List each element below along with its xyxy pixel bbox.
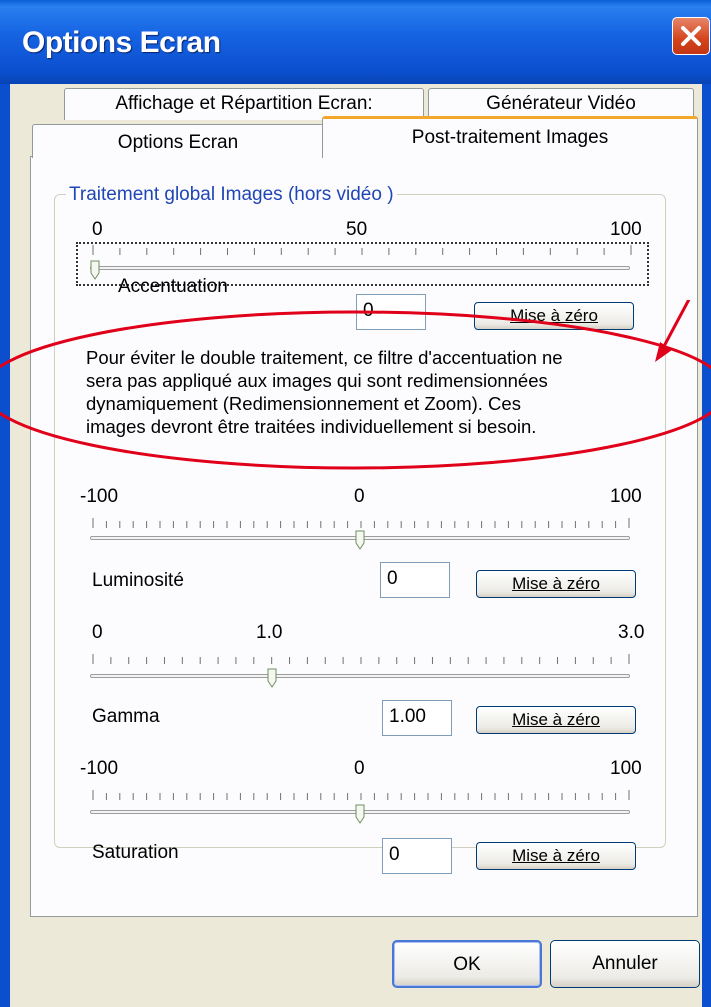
note-line: sera pas appliqué aux images qui sont re… — [86, 370, 548, 391]
tab-options-ecran[interactable]: Options Ecran — [32, 124, 324, 158]
slider-mid-label: 0 — [354, 486, 365, 507]
group-title: Traitement global Images (hors vidéo ) — [66, 184, 397, 206]
luminosite-label: Luminosité — [92, 570, 184, 591]
tab-label: Affichage et Répartition Ecran: — [115, 93, 373, 114]
accentuation-slider-thumb[interactable] — [90, 260, 100, 280]
saturation-label: Saturation — [92, 842, 179, 863]
gamma-label: Gamma — [92, 706, 160, 727]
slider-track[interactable] — [90, 674, 630, 678]
cancel-button[interactable]: Annuler — [550, 940, 700, 988]
window-border-left — [0, 84, 10, 1007]
gamma-reset-button[interactable]: Mise à zéro — [476, 706, 636, 734]
slider-mid-label: 1.0 — [256, 622, 283, 643]
slider-mid-label: 0 — [354, 758, 365, 779]
slider-mid-label: 50 — [346, 219, 368, 240]
slider-min-label: 0 — [92, 622, 103, 643]
slider-max-label: 3.0 — [618, 622, 645, 643]
window-border-right — [702, 84, 711, 1007]
note-line: Pour éviter le double traitement, ce fil… — [86, 347, 563, 368]
luminosite-slider-thumb[interactable] — [355, 530, 365, 550]
gamma-slider-thumb[interactable] — [267, 668, 277, 688]
tab-label: Générateur Vidéo — [486, 93, 636, 114]
saturation-input[interactable]: 0 — [382, 838, 452, 874]
tab-post-traitement-images[interactable]: Post-traitement Images — [322, 116, 698, 158]
accentuation-reset-button[interactable]: Mise à zéro — [474, 302, 634, 330]
close-button[interactable] — [672, 17, 710, 55]
slider-min-label: -100 — [80, 758, 119, 779]
slider-min-label: -100 — [80, 486, 119, 507]
saturation-slider-thumb[interactable] — [355, 804, 365, 824]
gamma-input[interactable]: 1.00 — [382, 700, 452, 736]
slider-max-label: 100 — [610, 219, 642, 240]
close-icon — [681, 26, 701, 46]
window-title: Options Ecran — [22, 26, 221, 59]
options-ecran-dialog: Options Ecran Affichage et Répartition E… — [0, 0, 711, 1007]
slider-track[interactable] — [90, 266, 630, 270]
title-bar[interactable]: Options Ecran — [0, 0, 711, 84]
accentuation-label: Accentuation — [118, 276, 228, 297]
accentuation-input[interactable]: 0 — [356, 294, 426, 330]
tab-label: Options Ecran — [117, 132, 239, 153]
slider-ticks — [92, 518, 630, 528]
luminosite-input[interactable]: 0 — [380, 562, 450, 598]
luminosite-reset-button[interactable]: Mise à zéro — [476, 570, 636, 598]
slider-ticks — [92, 790, 630, 800]
slider-ticks — [92, 245, 632, 255]
tab-label: Post-traitement Images — [411, 127, 609, 148]
slider-min-label: 0 — [92, 219, 103, 240]
slider-max-label: 100 — [610, 486, 642, 507]
saturation-reset-button[interactable]: Mise à zéro — [476, 842, 636, 870]
note-line: images devront être traitées individuell… — [86, 416, 537, 437]
note-text: Pour éviter le double traitement, ce fil… — [86, 346, 676, 438]
slider-max-label: 100 — [610, 758, 642, 779]
slider-ticks — [92, 654, 630, 664]
note-line: dynamiquement (Redimensionnement et Zoom… — [86, 393, 521, 414]
ok-button[interactable]: OK — [392, 940, 542, 988]
